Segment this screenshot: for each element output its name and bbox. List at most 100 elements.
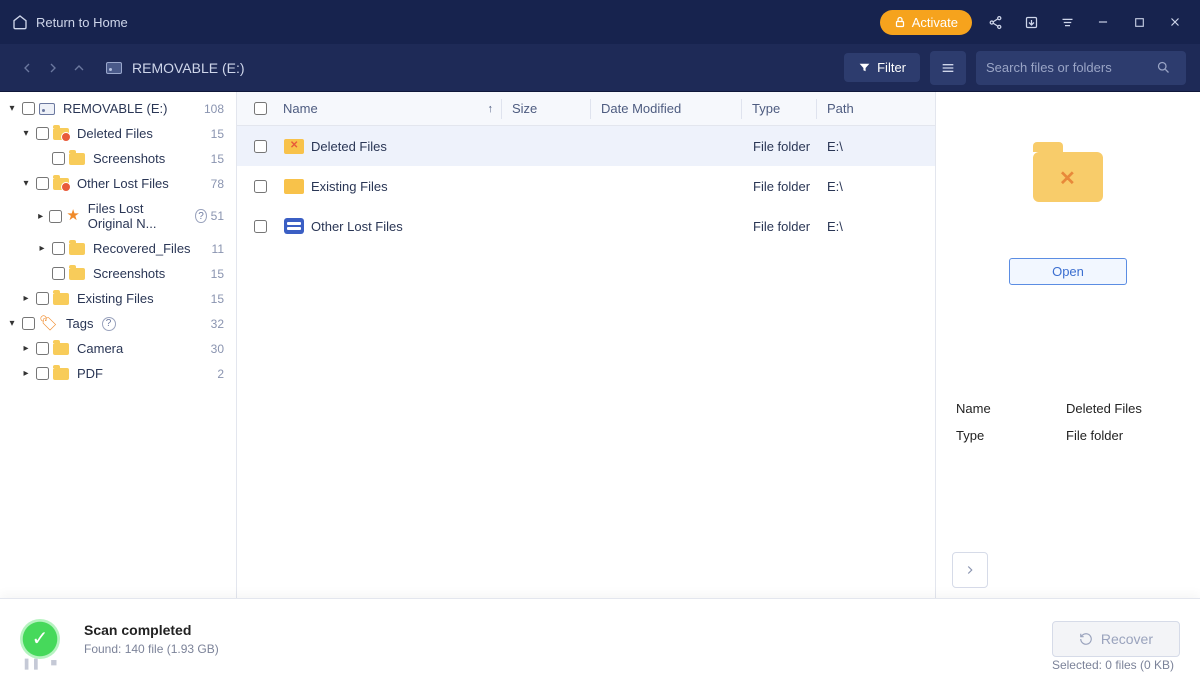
tree-checkbox[interactable]	[36, 367, 49, 380]
sidebar-item[interactable]: ▸Recovered_Files11	[0, 236, 236, 261]
close-button[interactable]	[1162, 9, 1188, 35]
table-row[interactable]: Other Lost FilesFile folderE:\	[237, 206, 935, 246]
sidebar-item-count: 15	[211, 267, 230, 281]
nav-forward-button[interactable]	[40, 55, 66, 81]
row-name: Existing Files	[311, 179, 388, 194]
search-input[interactable]	[986, 60, 1156, 75]
chevron-icon[interactable]: ▾	[6, 103, 18, 114]
maximize-icon	[1133, 16, 1146, 29]
row-type: File folder	[743, 219, 817, 234]
activate-button[interactable]: Activate	[880, 10, 972, 35]
tree-checkbox[interactable]	[52, 242, 65, 255]
row-checkbox[interactable]	[254, 140, 267, 153]
menu-icon	[1060, 15, 1075, 30]
filter-label: Filter	[877, 60, 906, 75]
pause-button[interactable]: ❚❚	[22, 657, 40, 670]
chevron-icon[interactable]: ▸	[20, 293, 32, 304]
chevron-icon[interactable]: ▾	[20, 178, 32, 189]
view-options-button[interactable]	[930, 51, 966, 85]
toolbar: REMOVABLE (E:) Filter	[0, 44, 1200, 92]
sidebar-item-label: Deleted Files	[77, 126, 153, 141]
sidebar-item[interactable]: ▸★Files Lost Original N...?51	[0, 196, 236, 236]
stop-button[interactable]: ■	[50, 657, 57, 670]
sidebar-item-label: REMOVABLE (E:)	[63, 101, 168, 116]
menu-button[interactable]	[1054, 9, 1080, 35]
chevron-icon[interactable]: ▸	[36, 243, 48, 254]
sidebar-item-label: Existing Files	[77, 291, 154, 306]
maximize-button[interactable]	[1126, 9, 1152, 35]
sidebar-item-count: 15	[211, 292, 230, 306]
nav-up-button[interactable]	[66, 55, 92, 81]
help-icon[interactable]: ?	[195, 209, 206, 223]
table-row[interactable]: Deleted FilesFile folderE:\	[237, 126, 935, 166]
footer: ✓ Scan completed Found: 140 file (1.93 G…	[0, 598, 1200, 678]
arrow-left-icon	[19, 60, 35, 76]
share-button[interactable]	[982, 9, 1008, 35]
sidebar-item[interactable]: ▸PDF2	[0, 361, 236, 386]
titlebar: Return to Home Activate	[0, 0, 1200, 44]
open-button[interactable]: Open	[1009, 258, 1127, 285]
column-name[interactable]: Name↑	[273, 101, 501, 116]
sidebar-item-count: 30	[211, 342, 230, 356]
return-home-button[interactable]: Return to Home	[12, 14, 128, 30]
sidebar-item[interactable]: ▾REMOVABLE (E:)108	[0, 96, 236, 121]
folder-icon	[53, 293, 69, 305]
column-type[interactable]: Type	[742, 101, 816, 116]
sidebar-item-label: Recovered_Files	[93, 241, 191, 256]
filter-icon	[858, 61, 871, 74]
folder-icon	[69, 268, 85, 280]
tree-checkbox[interactable]	[36, 292, 49, 305]
folder-icon	[53, 368, 69, 380]
sidebar-item-count: 78	[211, 177, 230, 191]
folder-icon	[69, 153, 85, 165]
chevron-icon[interactable]: ▾	[20, 128, 32, 139]
sidebar-item[interactable]: Screenshots15	[0, 261, 236, 286]
close-icon	[1168, 15, 1182, 29]
tree-checkbox[interactable]	[36, 177, 49, 190]
chevron-icon[interactable]: ▾	[6, 318, 18, 329]
preview-folder-icon	[1033, 152, 1103, 202]
sidebar-item[interactable]: ▾Other Lost Files78	[0, 171, 236, 196]
chevron-icon[interactable]: ▸	[20, 368, 32, 379]
recover-button[interactable]: Recover	[1052, 621, 1180, 657]
row-path: E:\	[817, 219, 935, 234]
breadcrumb[interactable]: REMOVABLE (E:)	[106, 60, 245, 76]
sidebar-item[interactable]: ▾Deleted Files15	[0, 121, 236, 146]
filter-button[interactable]: Filter	[844, 53, 920, 82]
chevron-icon[interactable]: ▸	[20, 343, 32, 354]
tree-checkbox[interactable]	[22, 102, 35, 115]
sidebar-item[interactable]: ▸ Existing Files 15	[0, 286, 236, 311]
row-checkbox[interactable]	[254, 220, 267, 233]
arrow-right-icon	[45, 60, 61, 76]
tree-checkbox[interactable]	[22, 317, 35, 330]
row-checkbox[interactable]	[254, 180, 267, 193]
recover-label: Recover	[1101, 631, 1153, 647]
chevron-icon[interactable]: ▸	[36, 211, 45, 222]
tag-icon: 🏷	[39, 318, 58, 330]
minimize-button[interactable]	[1090, 9, 1116, 35]
sidebar-item-label: Camera	[77, 341, 123, 356]
sidebar-item[interactable]: Screenshots15	[0, 146, 236, 171]
nav-back-button[interactable]	[14, 55, 40, 81]
search-box[interactable]	[976, 51, 1186, 85]
file-table: Name↑ Size Date Modified Type Path Delet…	[237, 92, 936, 598]
sidebar-item[interactable]: ▾🏷Tags?32	[0, 311, 236, 336]
folder-icon	[284, 179, 304, 194]
column-path[interactable]: Path	[817, 101, 935, 116]
update-button[interactable]	[1018, 9, 1044, 35]
column-size[interactable]: Size	[502, 101, 590, 116]
tree-checkbox[interactable]	[36, 127, 49, 140]
tree-checkbox[interactable]	[52, 152, 65, 165]
tree-checkbox[interactable]	[52, 267, 65, 280]
tree-checkbox[interactable]	[49, 210, 62, 223]
table-row[interactable]: Existing FilesFile folderE:\	[237, 166, 935, 206]
select-all-checkbox[interactable]	[254, 102, 267, 115]
tree-checkbox[interactable]	[36, 342, 49, 355]
row-path: E:\	[817, 139, 935, 154]
hamburger-icon	[940, 60, 956, 76]
sort-icon: ↑	[488, 103, 494, 115]
sidebar-item[interactable]: ▸ Camera 30	[0, 336, 236, 361]
help-icon[interactable]: ?	[102, 317, 116, 331]
column-date[interactable]: Date Modified	[591, 101, 741, 116]
next-button[interactable]	[952, 552, 988, 588]
